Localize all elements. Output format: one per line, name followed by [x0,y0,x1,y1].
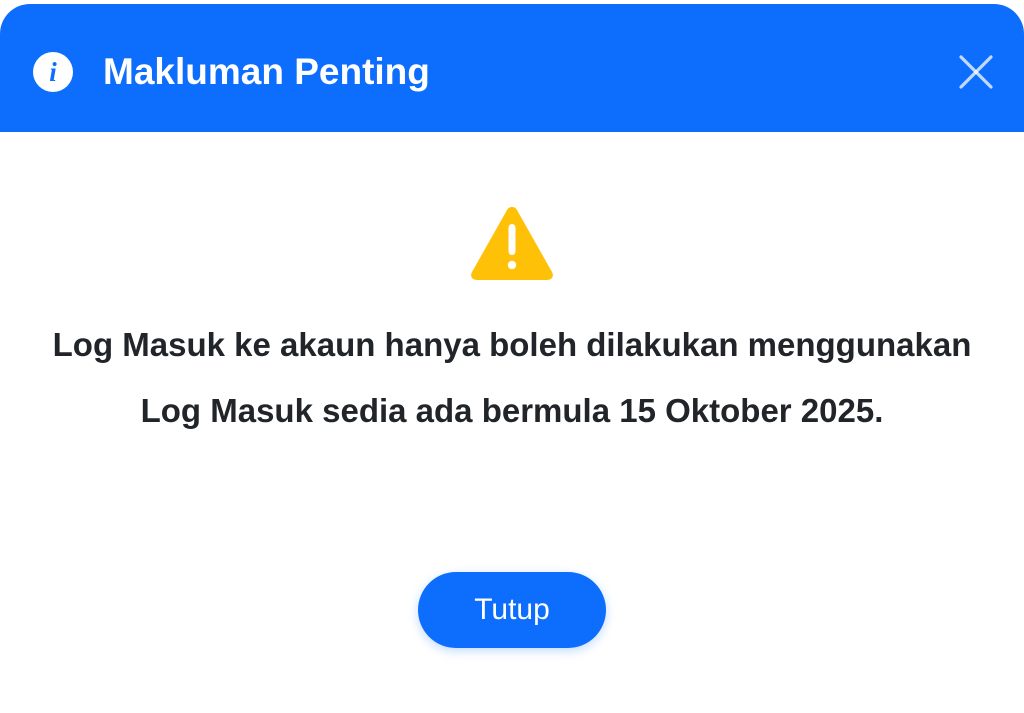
dialog-header: i Makluman Penting [0,4,1024,132]
info-dialog: i Makluman Penting Log Masuk ke akaun ha… [0,4,1024,707]
tutup-button[interactable]: Tutup [418,572,606,648]
info-icon: i [33,52,73,92]
close-icon [959,55,993,89]
dialog-message: Log Masuk ke akaun hanya boleh dilakukan… [52,326,972,429]
dialog-body: Log Masuk ke akaun hanya boleh dilakukan… [0,132,1024,707]
info-icon-glyph: i [49,57,57,87]
close-button[interactable] [950,46,1002,98]
warning-icon [469,204,555,282]
dialog-title: Makluman Penting [103,51,430,92]
